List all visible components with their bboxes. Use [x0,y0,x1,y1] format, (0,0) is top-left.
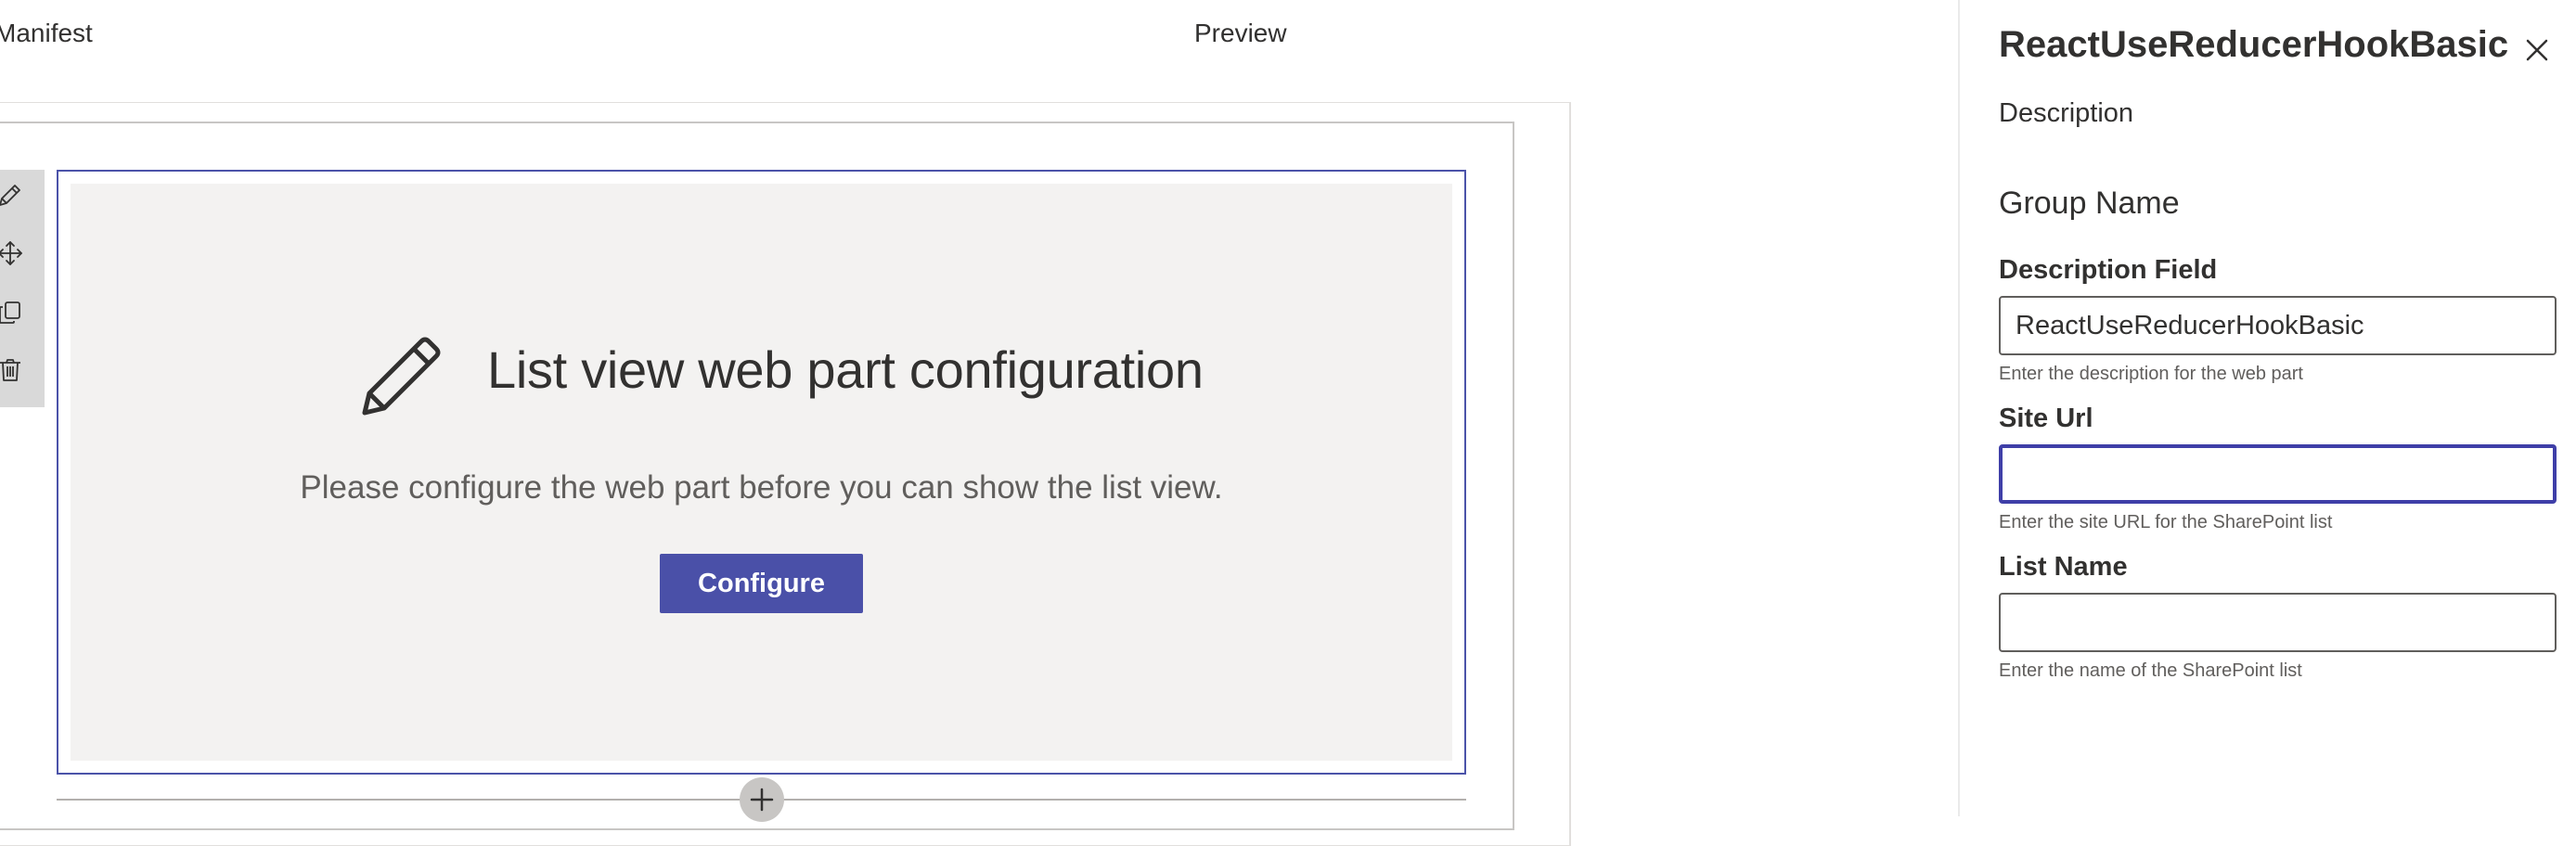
add-webpart-button[interactable] [740,777,784,822]
tab-manifest[interactable]: Manifest [0,19,93,48]
duplicate-icon[interactable] [0,299,24,327]
webpart-toolbar [0,170,45,407]
delete-icon[interactable] [0,356,24,384]
placeholder: List view web part configuration Please … [71,184,1452,761]
list-name-input[interactable] [1999,593,2557,652]
group-name: Group Name [1999,186,2180,221]
close-icon[interactable] [2522,35,2552,65]
tab-preview[interactable]: Preview [1194,19,1287,48]
webpart-container[interactable]: List view web part configuration Please … [57,170,1466,775]
description-field-label: Description Field [1999,255,2218,285]
edit-icon[interactable] [0,181,24,209]
property-pane: ReactUseReducerHookBasic Description Gro… [1958,0,2576,816]
pencil-icon [360,334,444,417]
description-field-help: Enter the description for the web part [1999,364,2303,384]
plus-icon [750,788,774,812]
list-name-label: List Name [1999,552,2128,582]
site-url-help: Enter the site URL for the SharePoint li… [1999,512,2333,532]
site-url-input[interactable] [1999,444,2557,504]
placeholder-title: List view web part configuration [487,340,1204,399]
list-name-help: Enter the name of the SharePoint list [1999,660,2302,681]
description-field-input[interactable] [1999,296,2557,355]
site-url-label: Site Url [1999,404,2093,433]
configure-button[interactable]: Configure [660,554,863,613]
placeholder-description: Please configure the web part before you… [300,469,1223,506]
property-pane-title: ReactUseReducerHookBasic [1999,24,2509,65]
property-pane-description: Description [1999,98,2134,128]
move-icon[interactable] [0,239,24,267]
